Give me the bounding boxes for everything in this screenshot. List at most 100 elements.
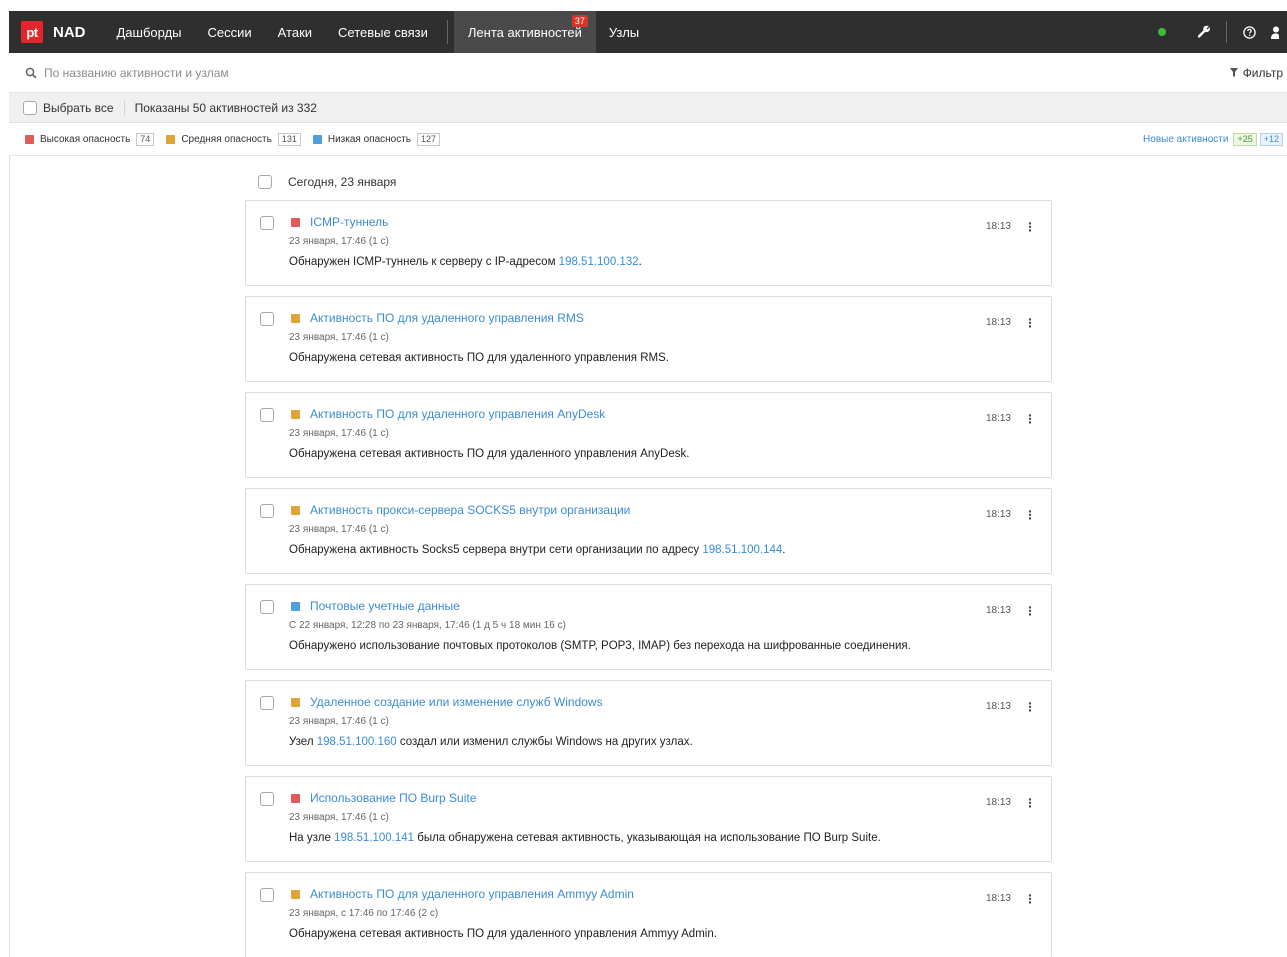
ip-address-link[interactable]: 198.51.100.141 [334,832,414,844]
activity-period: 23 января, 17:46 (1 с) [289,812,389,823]
activity-title-link[interactable]: Активность ПО для удаленного управления … [291,407,605,421]
activity-time: 18:13 [985,605,1011,616]
brand[interactable]: pt NAD [9,11,104,53]
ip-address-link[interactable]: 198.51.100.144 [702,544,782,556]
activity-card[interactable]: Использование ПО Burp Suite 23 января, 17… [245,776,1052,862]
activity-title-link[interactable]: ICMP-туннель [291,215,388,229]
filter-icon [1229,68,1238,77]
nav-activity-feed-label: Лента активностей [467,24,582,40]
low-severity-icon [312,134,322,144]
selection-bar: Выбрать все Показаны 50 активностей из 3… [9,93,1287,123]
activity-description: Обнаружена активность Socks5 сервера вну… [289,544,785,556]
activity-period: 23 января, 17:46 (1 с) [289,428,389,439]
nav-tools-divider [1226,21,1227,43]
search-bar: Фильтр [9,53,1287,93]
more-menu-icon[interactable]: ⋮ [1024,317,1036,329]
activity-description-tail: . [782,544,786,556]
activity-title: ICMP-туннель [310,215,389,229]
activity-checkbox[interactable] [260,888,274,902]
ip-address-link[interactable]: 198.51.100.132 [559,256,639,268]
activity-checkbox[interactable] [260,408,274,422]
activity-title-link[interactable]: Использование ПО Burp Suite [291,791,476,805]
help-icon[interactable] [1237,20,1261,44]
legend-medium[interactable]: Средняя опасность 131 [166,132,301,146]
severity-legend: Высокая опасность 74 Средняя опасность 1… [9,123,1287,156]
shown-count: Показаны 50 активностей из 332 [134,100,317,115]
activity-checkbox[interactable] [260,504,274,518]
activity-time: 18:13 [985,701,1011,712]
date-group-checkbox[interactable] [258,175,272,189]
nav-divider [446,20,448,44]
severity-icon [291,409,300,419]
more-menu-icon[interactable]: ⋮ [1024,221,1036,233]
activity-description-tail: создал или изменил службы Windows на дру… [396,736,693,748]
nav-dashboards[interactable]: Дашборды [104,11,195,53]
activity-period: 23 января, с 17:46 по 17:46 (2 с) [289,908,439,919]
activity-card[interactable]: Активность прокси-сервера SOCKS5 внутри … [245,488,1052,574]
activity-description: На узле 198.51.100.141 была обнаружена с… [289,832,881,844]
activity-title: Использование ПО Burp Suite [310,791,477,805]
new-activities-count-2: +12 [1259,132,1283,146]
legend-low[interactable]: Низкая опасность 127 [312,132,441,146]
new-activities[interactable]: Новые активности +25 +12 [1143,132,1283,146]
activity-time: 18:13 [985,893,1011,904]
status-indicator-icon [1158,28,1166,36]
select-all-label[interactable]: Выбрать все [43,101,114,115]
nav-sessions[interactable]: Сессии [195,11,265,53]
activity-title-link[interactable]: Активность ПО для удаленного управления … [291,887,634,901]
activity-checkbox[interactable] [260,312,274,326]
select-all-checkbox[interactable] [23,100,37,115]
activity-card[interactable]: ICMP-туннель 23 января, 17:46 (1 с) Обнару… [245,200,1052,286]
activity-checkbox[interactable] [260,792,274,806]
legend-high[interactable]: Высокая опасность 74 [25,132,155,146]
activity-title: Активность ПО для удаленного управления … [310,311,584,325]
activity-title: Удаленное создание или изменение служб W… [310,695,603,709]
activity-description-tail: . [638,256,642,268]
nav-network-links[interactable]: Сетевые связи [325,11,441,53]
activity-card[interactable]: Почтовые учетные данные С 22 января, 12:2… [245,584,1052,670]
activity-period: 23 января, 17:46 (1 с) [289,524,389,535]
medium-severity-icon [166,134,176,144]
activity-title-link[interactable]: Активность ПО для удаленного управления … [291,311,584,325]
legend-high-label: Высокая опасность [40,133,131,145]
severity-icon [291,793,300,803]
activity-description: Обнаружена сетевая активность ПО для уда… [289,448,689,460]
activity-title-link[interactable]: Удаленное создание или изменение служб W… [291,695,603,709]
legend-medium-count: 131 [277,132,301,146]
nav-activity-feed[interactable]: Лента активностей 37 [453,11,596,53]
activity-card[interactable]: Активность ПО для удаленного управления … [245,392,1052,478]
more-menu-icon[interactable]: ⋮ [1024,605,1036,617]
nav-nodes[interactable]: Узлы [596,11,652,53]
more-menu-icon[interactable]: ⋮ [1024,509,1036,521]
search-input[interactable] [44,65,644,80]
activity-checkbox[interactable] [260,696,274,710]
user-icon[interactable] [1271,20,1287,44]
more-menu-icon[interactable]: ⋮ [1024,797,1036,809]
activity-description: Обнаружена сетевая активность ПО для уда… [289,352,669,364]
activity-period: С 22 января, 12:28 по 23 января, 17:46 (… [289,620,566,631]
activity-description-text: На узле [289,832,335,844]
activity-description-text: Обнаружено использование почтовых проток… [289,640,911,652]
activity-checkbox[interactable] [260,216,274,230]
activity-description: Обнаружен ICMP-туннель к серверу с IP-ад… [289,256,642,268]
nav-attacks[interactable]: Атаки [265,11,325,53]
activity-card[interactable]: Активность ПО для удаленного управления … [245,296,1052,382]
wrench-icon[interactable] [1192,20,1216,44]
ip-address-link[interactable]: 198.51.100.160 [317,736,397,748]
severity-icon [291,217,300,227]
activity-time: 18:13 [985,221,1011,232]
more-menu-icon[interactable]: ⋮ [1024,893,1036,905]
top-navbar: pt NAD Дашборды Сессии Атаки Сетевые свя… [9,11,1287,53]
more-menu-icon[interactable]: ⋮ [1024,701,1036,713]
pt-logo: pt [21,21,43,43]
activity-title-link[interactable]: Активность прокси-сервера SOCKS5 внутри … [291,503,630,517]
more-menu-icon[interactable]: ⋮ [1024,413,1036,425]
activity-card[interactable]: Активность ПО для удаленного управления … [245,872,1052,957]
activity-checkbox[interactable] [260,600,274,614]
severity-icon [291,505,300,515]
activity-period: 23 января, 17:46 (1 с) [289,716,389,727]
activity-title-link[interactable]: Почтовые учетные данные [291,599,460,613]
filter-button[interactable]: Фильтр [1229,66,1283,80]
high-severity-icon [25,134,34,144]
activity-card[interactable]: Удаленное создание или изменение служб W… [245,680,1052,766]
